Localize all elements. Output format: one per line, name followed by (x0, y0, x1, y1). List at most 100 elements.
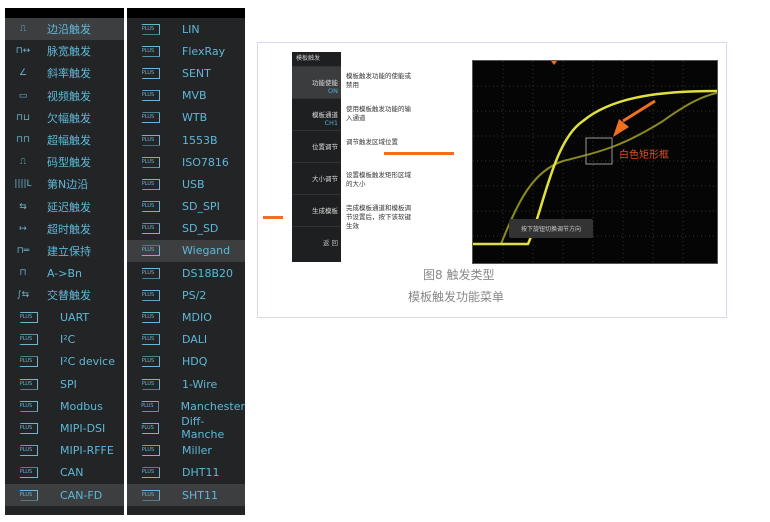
list-item[interactable]: PLUS SPI (5, 373, 124, 395)
list-item[interactable]: PLUS Wiegand (127, 239, 245, 263)
item-label: 边沿触发 (47, 23, 91, 37)
list-item[interactable]: PLUS UART (5, 306, 124, 328)
list-item[interactable]: PLUS Modbus (5, 395, 124, 417)
back-button[interactable]: 返 回 (292, 227, 341, 259)
plus-icon: PLUS (137, 156, 160, 168)
item-label: SENT (182, 66, 211, 80)
list-item[interactable]: PLUS MDIO (127, 306, 245, 328)
list-item[interactable]: PLUS HDQ (127, 351, 245, 373)
trigger-type-list: ⎍ 边沿触发 ⊓↔ 脉宽触发 ∠ 斜率触发 ▭ 视频触发 ⊓⊔ 欠幅触发 ⊓⊓ 超幅触发 ⎍ 码型触发 ||… (5, 8, 124, 515)
item-label: Modbus (60, 399, 103, 413)
item-label: PS/2 (182, 288, 207, 302)
list-item[interactable]: PLUS SHT11 (127, 483, 245, 507)
item-label: 交替触发 (47, 289, 91, 303)
item-label: Diff-Manche (181, 415, 225, 442)
list-item[interactable]: ∫⇆ 交替触发 (5, 284, 124, 306)
list-item[interactable]: PLUS DS18B20 (127, 262, 245, 284)
plus-icon: PLUS (137, 245, 160, 257)
list-item[interactable]: PLUS CAN-FD (5, 483, 124, 507)
softkey-description: 模板触发功能的使能或禁用 (346, 72, 411, 89)
item-label: 建立保持 (47, 244, 91, 258)
list-item[interactable]: PLUS ISO7816 (127, 151, 245, 173)
menu-softkey[interactable]: 大小调节 (292, 163, 341, 195)
plus-icon: PLUS (137, 334, 160, 346)
list-item[interactable]: PLUS PS/2 (127, 284, 245, 306)
list-item[interactable]: PLUS MVB (127, 85, 245, 107)
list-item[interactable]: ⊓↔ 脉宽触发 (5, 40, 124, 62)
item-label: A->Bn (47, 266, 82, 280)
list-item[interactable]: ||||L 第N边沿 (5, 173, 124, 195)
list-item[interactable]: PLUS 1553B (127, 129, 245, 151)
item-label: USB (182, 177, 205, 191)
list-item[interactable]: PLUS Diff-Manche (127, 415, 245, 442)
plus-icon: PLUS (137, 400, 159, 412)
trigger-type-icon: ⊓⊔ (15, 112, 31, 123)
caption-line2: 模板触发功能菜单 (408, 290, 505, 304)
trigger-type-icon: ⇆ (19, 201, 27, 212)
list-item[interactable]: PLUS I²C device (5, 351, 124, 373)
list-item[interactable]: PLUS DALI (127, 329, 245, 351)
list-item[interactable]: ⎍ 边沿触发 (5, 18, 124, 41)
softkey-description: 完成模板通道和模板调节设置后，按下该软键生效 (346, 204, 411, 230)
trigger-type-icon: ∠ (18, 68, 28, 79)
list-item[interactable]: ⊓═ 建立保持 (5, 240, 124, 262)
list-item[interactable]: PLUS CAN (5, 462, 124, 484)
item-label: SD_SD (182, 222, 219, 236)
trigger-type-icon: ∫⇆ (16, 290, 30, 301)
list-item[interactable]: PLUS Manchester (127, 395, 245, 417)
list-item[interactable]: ⎍ 码型触发 (5, 151, 124, 173)
plus-icon: PLUS (137, 467, 160, 479)
trigger-type-icon: ↦ (19, 223, 27, 234)
plus-icon: PLUS (137, 223, 160, 235)
item-label: LIN (182, 22, 200, 36)
list-item[interactable]: ⇆ 延迟触发 (5, 196, 124, 218)
template-trigger-menu: 模板触发 功能使能 ON 模板通道 CH1 位置调节 大小调节 生成模板 返 回 (292, 52, 341, 262)
list-item[interactable]: PLUS SENT (127, 62, 245, 84)
item-label: 欠幅触发 (47, 111, 91, 125)
menu-softkey[interactable]: 功能使能 ON (292, 67, 341, 99)
list-item[interactable]: ▭ 视频触发 (5, 85, 124, 107)
plus-icon: PLUS (137, 45, 160, 57)
menu-softkey[interactable]: 位置调节 (292, 131, 341, 163)
list-item[interactable]: PLUS WTB (127, 107, 245, 129)
list-item[interactable]: ⊓⊓ 超幅触发 (5, 129, 124, 151)
item-label: WTB (182, 111, 208, 125)
list-item[interactable]: PLUS USB (127, 173, 245, 195)
plus-icon: PLUS (137, 378, 160, 390)
item-label: CAN-FD (60, 488, 103, 502)
menu-softkey[interactable]: 模板通道 CH1 (292, 99, 341, 131)
list-item[interactable]: PLUS FlexRay (127, 40, 245, 62)
list-item[interactable]: PLUS MIPI-DSI (5, 417, 124, 439)
list-item[interactable]: PLUS SD_SD (127, 218, 245, 240)
list-item[interactable]: ⊓ A->Bn (5, 262, 124, 284)
plus-icon: PLUS (137, 90, 160, 102)
list-item[interactable]: ∠ 斜率触发 (5, 62, 124, 84)
list-item[interactable]: PLUS SD_SPI (127, 196, 245, 218)
item-label: MIPI-RFFE (60, 444, 114, 458)
item-label: 1-Wire (182, 377, 218, 391)
list-item[interactable]: PLUS Miller (127, 440, 245, 462)
trigger-type-icon: ⎍ (19, 24, 27, 35)
plus-icon: PLUS (15, 356, 38, 368)
item-label: SHT11 (182, 488, 218, 502)
item-label: Manchester (180, 399, 245, 413)
item-label: MIPI-DSI (60, 421, 106, 435)
plus-icon: PLUS (137, 289, 160, 301)
list-item[interactable]: PLUS 1-Wire (127, 373, 245, 395)
item-label: SPI (60, 377, 77, 391)
softkey-label: 模板通道 (312, 111, 338, 119)
menu-softkey[interactable]: 生成模板 (292, 195, 341, 227)
list-item[interactable]: PLUS MIPI-RFFE (5, 440, 124, 462)
plus-icon: PLUS (137, 312, 160, 324)
list-item[interactable]: PLUS DHT11 (127, 462, 245, 484)
item-label: 脉宽触发 (47, 45, 91, 59)
trigger-marker-icon (551, 61, 557, 65)
item-label: DS18B20 (182, 266, 233, 280)
list-item[interactable]: ↦ 超时触发 (5, 218, 124, 240)
item-label: 延迟触发 (47, 200, 91, 214)
list-item[interactable]: ⊓⊔ 欠幅触发 (5, 107, 124, 129)
item-label: 第N边沿 (47, 178, 89, 192)
item-label: 超幅触发 (47, 134, 91, 148)
list-item[interactable]: PLUS I²C (5, 329, 124, 351)
list-item[interactable]: PLUS LIN (127, 18, 245, 40)
